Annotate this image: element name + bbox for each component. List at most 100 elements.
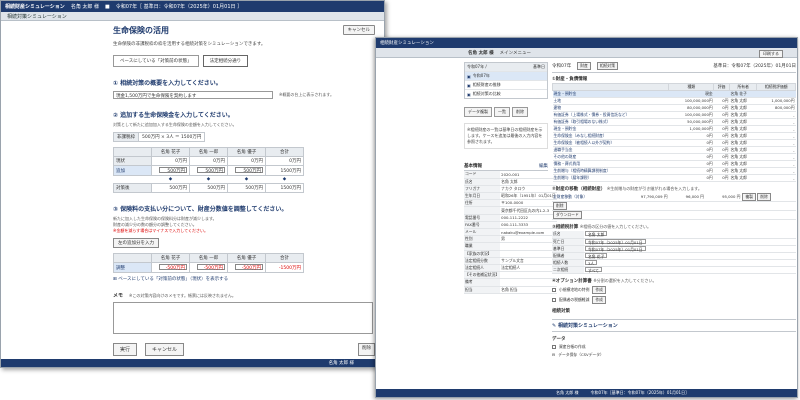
table-row: 法定相続分数 サンプル文言 xyxy=(464,257,557,265)
table-row[interactable]: 現金・預貯金 現金 名角 花子 xyxy=(552,90,796,98)
list-item[interactable]: ▣ 相続対策の比較 xyxy=(465,89,547,98)
create-button[interactable]: 作成 xyxy=(592,285,606,294)
delete-row-button[interactable]: 削除 xyxy=(757,193,771,201)
table-row[interactable]: 生前贈与（暦年課税） 0円 0円 名角 太郎 - xyxy=(552,174,796,182)
download-button[interactable]: ダウンロード xyxy=(553,211,582,219)
right-column: 令和07年 財産 相続対策 基準日：令和07年（2025年）01月01日 ①財産… xyxy=(551,62,796,358)
table-row: 【その他補足状況】 xyxy=(464,271,557,280)
table-row: 氏名 名角 太郎 xyxy=(464,178,557,186)
execute-button[interactable]: 実行 xyxy=(113,343,138,356)
table-row[interactable]: 債務・葬式費用 0円 0円 名角 太郎 - xyxy=(552,160,796,168)
edit-basic-link[interactable]: 編集 xyxy=(539,163,548,169)
case-list: 令和07年 / 基準日 ▣ 令和07年 ▣ 相続財産の推移 ▣ 相続対策の比較 xyxy=(464,62,548,99)
table-row: 基準日 令和07年（2025年）01月01日 xyxy=(552,245,796,253)
memo-textarea[interactable] xyxy=(113,302,373,334)
form-field[interactable]: 名角 花子 xyxy=(585,252,608,259)
r-footer-user: 名角 太郎 様 xyxy=(556,390,579,395)
table-row: 二次相続 すべて xyxy=(552,266,796,274)
delete-data-button[interactable]: 削除 xyxy=(512,107,528,117)
cancel-top-button[interactable]: キャンセル xyxy=(342,25,375,35)
table-header: 相続税評価額 xyxy=(756,83,796,91)
adjust-input-yuko[interactable]: -500万円 xyxy=(235,264,263,271)
checkbox[interactable] xyxy=(552,287,556,292)
table-row[interactable]: 生前贈与（相続時精算課税制度） 0円 0円 名角 太郎 - xyxy=(552,167,796,175)
table-row[interactable]: 建物 80,000,000円 0円 名角 太郎 800,000円 xyxy=(552,104,796,112)
grid-header: 名角 優子 xyxy=(227,147,266,157)
table-header xyxy=(551,83,670,91)
section-move-title: ②財産の移動（相続財産） ※生前贈与の財産が引き継がれる場合を入力します。 xyxy=(552,186,702,192)
table-row: 性別男 xyxy=(464,235,557,244)
copy-button[interactable]: 複製 xyxy=(742,193,756,201)
option-row: 配偶者の税額軽減 作成 xyxy=(552,295,796,304)
basic-info-header: 基本情報 編集 xyxy=(464,163,548,171)
adjust-input-hanako[interactable]: -500万円 xyxy=(159,264,187,271)
checkbox[interactable] xyxy=(552,297,556,302)
table-row[interactable]: 有価証券（上場株式・債券・投資信託など） 100,000,000円 0円 名角 太郎 - xyxy=(552,111,796,119)
table-row: 担当 名角 担当 xyxy=(464,286,557,294)
section-1-title: ① 相続対策の概要を入力してください。 xyxy=(113,80,222,87)
action-bar: 実行 キャンセル 削除 xyxy=(113,343,375,356)
section-3-title: ③ 保険料の支払い分について、財産分数値を調整してください。 xyxy=(113,206,288,213)
memo-header: メモ ※この対策内容向けのメモです。帳票には反映されません。 xyxy=(113,292,375,300)
folder-icon: ▣ xyxy=(467,82,471,88)
table-row[interactable]: その他の財産 0円 0円 名角 太郎 - xyxy=(552,153,796,161)
table-row[interactable]: 現金・預貯金 1,000,000円 0円 名角 太郎 - xyxy=(552,125,796,133)
table-row[interactable]: 土地 100,000,000円 0円 名角 太郎 1,000,000円 xyxy=(552,97,796,105)
adjust-input-ichiro[interactable]: -500万円 xyxy=(197,264,225,271)
assets-table: 種類 評価 所有者 相続税評価額 現金・預貯金 現金 名角 花子 土地 100,000,000円… xyxy=(551,83,796,182)
list-item[interactable]: ▣ 令和07年 xyxy=(465,71,547,80)
grid-header xyxy=(113,147,152,157)
list-item[interactable]: ▣ 相続財産の推移 xyxy=(465,80,547,89)
r-app-title-bar: 相続財産シミュレーション xyxy=(376,38,797,48)
table-row: 職業 xyxy=(464,242,557,251)
show-base-state-link[interactable]: ⊞ ベースにしている「対策前の状態」（現状）を表示する xyxy=(113,276,375,282)
cancel-button[interactable]: キャンセル xyxy=(145,343,185,356)
main-menu-link[interactable]: メインメニュー xyxy=(500,50,531,56)
summary-input[interactable]: 現金1,500万円で生命保険を契約します xyxy=(113,91,273,99)
section-3-warning: ※金額を減らす場合はマイナスで入力してください。 xyxy=(113,228,208,233)
app-title: 相続財産シミュレーション xyxy=(5,4,65,10)
form-field[interactable]: すべて xyxy=(585,266,602,273)
form-field[interactable]: 令和07年（2025年）01月01日 xyxy=(585,238,646,245)
section-assets-title: ①財産・負債情報 xyxy=(552,77,588,82)
table-row[interactable]: 生命保険金（被相続人以外が契約） 0円 0円 名角 太郎 - xyxy=(552,139,796,147)
plus-icon: ⊞ xyxy=(113,277,117,282)
section-2-title: ② 追加する生命保険金を入力してください。 xyxy=(113,112,234,119)
form-field[interactable]: 名角 太郎 xyxy=(585,231,608,237)
copy-data-button[interactable]: データ複製 xyxy=(464,107,492,117)
add-input-hanako[interactable]: 500万円 xyxy=(159,167,187,174)
footer-bar: 名角 太郎 様 xyxy=(1,359,384,367)
form-field[interactable]: 3人 xyxy=(585,259,598,266)
table-row: 死亡日 令和07年（2025年）01月01日 xyxy=(552,238,796,246)
list-button[interactable]: 一覧 xyxy=(494,107,510,117)
print-button[interactable]: 印刷する xyxy=(759,50,783,58)
checkbox[interactable] xyxy=(552,344,556,349)
simulation-link[interactable]: ✎ 相続対策シミュレーション xyxy=(552,318,796,332)
table-row[interactable]: 生命保険金（みなし相続財産） 0円 0円 名角 太郎 - xyxy=(552,132,796,140)
create-button[interactable]: 作成 xyxy=(592,295,606,304)
arrow-down-icon: ◆ xyxy=(244,177,249,182)
table-row[interactable]: 退職手当金 0円 0円 名角 太郎 - xyxy=(552,146,796,154)
apply-addition-button[interactable]: 左の追加分を入力 xyxy=(113,238,159,248)
tab-measures[interactable]: 相続対策 xyxy=(596,62,619,70)
table-row[interactable]: 有価証券（取引相場のない株式） 50,000,000円 0円 名角 太郎 - xyxy=(552,118,796,126)
tab-current-state[interactable]: ベースにしている「対策前の状態」 xyxy=(113,55,199,67)
add-input-ichiro[interactable]: 500万円 xyxy=(197,167,225,174)
section-sim-title: 相続対策 xyxy=(552,308,570,314)
grid-header: 名角 一郎 xyxy=(189,147,228,157)
tab-assets[interactable]: 財産 xyxy=(577,62,591,70)
form-field[interactable]: 令和07年（2025年）01月01日 xyxy=(585,245,646,252)
add-input-yuko[interactable]: 500万円 xyxy=(235,167,263,174)
tab-statutory-share[interactable]: 法定相続分通り xyxy=(202,55,249,67)
table-header: 評価 xyxy=(713,83,730,91)
adjust-row: 調整 -500万円 -500万円 -500万円 -1500万円 xyxy=(113,262,304,273)
delete-button[interactable]: 削除 xyxy=(553,202,567,210)
folder-icon: ▣ xyxy=(467,91,471,97)
main-menu-window: 相続財産シミュレーション 名角 太郎 様 メインメニュー 印刷する 令和07年 … xyxy=(375,37,798,398)
scenario-tabs: ベースにしている「対策前の状態」 法定相続分通り xyxy=(113,55,375,67)
data-row: 資産台帳の作成 xyxy=(552,344,796,350)
move-table: 全財産移動（対象） 97,790,009 円 96,000 円 95,000 円… xyxy=(552,193,796,220)
delete-button[interactable]: 削除 xyxy=(358,343,375,356)
exemption-value: 500万円 × 3人 ＝ 1500万円 xyxy=(137,132,206,142)
r-app-title: 相続財産シミュレーション xyxy=(380,41,434,46)
